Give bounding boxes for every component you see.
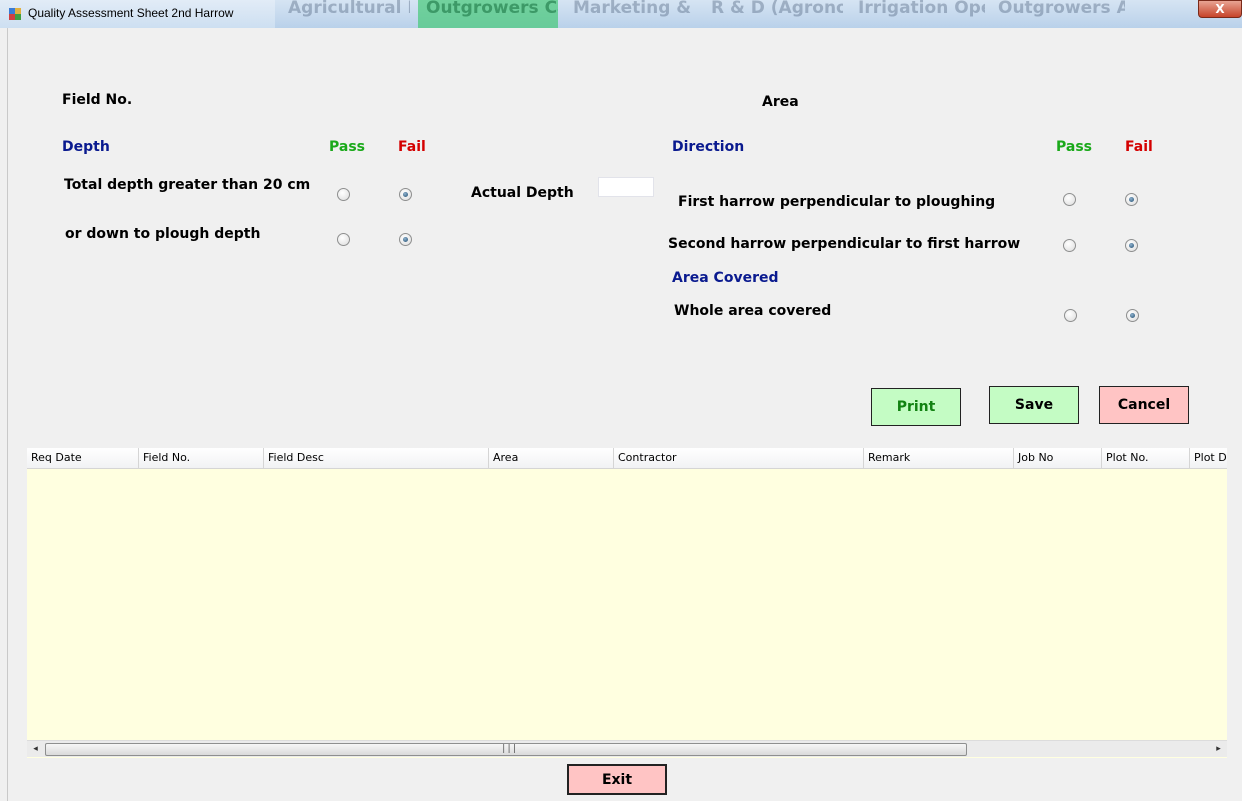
title-bar: Agricultural Engineering Agricultural En…: [0, 0, 1242, 28]
depth-heading: Depth: [62, 139, 110, 155]
cancel-button[interactable]: Cancel: [1099, 386, 1189, 424]
depth-row-label: or down to plough depth: [65, 226, 261, 242]
column-header[interactable]: Area: [489, 448, 614, 469]
depth-plough-fail-radio[interactable]: [399, 233, 412, 246]
actual-depth-label: Actual Depth: [471, 185, 574, 201]
depth-pass-header: Pass: [329, 139, 365, 155]
window-title: Quality Assessment Sheet 2nd Harrow: [28, 6, 234, 20]
records-grid[interactable]: Req Date Field No. Field Desc Area Contr…: [27, 448, 1227, 758]
depth-total-fail-radio[interactable]: [399, 188, 412, 201]
background-tab: Irrigation Operation: [858, 0, 985, 18]
scroll-grip-icon: |||: [501, 744, 518, 754]
app-icon: [9, 8, 21, 20]
column-header[interactable]: Contractor: [614, 448, 864, 469]
background-tab: Agricultural Engineering: [288, 0, 410, 18]
area-label: Area: [762, 94, 799, 110]
whole-area-fail-radio[interactable]: [1126, 309, 1139, 322]
column-header[interactable]: Plot D: [1190, 448, 1227, 469]
column-header[interactable]: Plot No.: [1102, 448, 1190, 469]
depth-plough-pass-radio[interactable]: [337, 233, 350, 246]
actual-depth-input[interactable]: [598, 177, 654, 197]
area-covered-heading: Area Covered: [672, 270, 779, 286]
second-harrow-fail-radio[interactable]: [1125, 239, 1138, 252]
window-title-area: Quality Assessment Sheet 2nd Harrow: [0, 0, 275, 28]
field-no-label: Field No.: [62, 92, 133, 108]
column-header[interactable]: Job No: [1014, 448, 1102, 469]
column-header[interactable]: Field Desc: [264, 448, 489, 469]
depth-fail-header: Fail: [398, 139, 426, 155]
direction-fail-header: Fail: [1125, 139, 1153, 155]
grid-body[interactable]: [27, 469, 1227, 740]
direction-heading: Direction: [672, 139, 745, 155]
horizontal-scrollbar[interactable]: ◂ ||| ▸: [27, 740, 1227, 757]
grid-header: Req Date Field No. Field Desc Area Contr…: [27, 448, 1227, 469]
scroll-thumb[interactable]: |||: [45, 743, 967, 756]
background-tab: Outgrowers Cane Dev: [418, 0, 558, 28]
area-covered-row-label: Whole area covered: [674, 303, 832, 319]
exit-button[interactable]: Exit: [567, 764, 667, 795]
second-harrow-pass-radio[interactable]: [1063, 239, 1076, 252]
column-header[interactable]: Field No.: [139, 448, 264, 469]
background-tab: Marketing & Transport: [573, 0, 695, 18]
direction-pass-header: Pass: [1056, 139, 1092, 155]
first-harrow-pass-radio[interactable]: [1063, 193, 1076, 206]
whole-area-pass-radio[interactable]: [1064, 309, 1077, 322]
save-button[interactable]: Save: [989, 386, 1079, 424]
close-button[interactable]: X: [1198, 0, 1242, 18]
background-tab: R & D (Agronomy): [711, 0, 843, 18]
first-harrow-fail-radio[interactable]: [1125, 193, 1138, 206]
depth-total-pass-radio[interactable]: [337, 188, 350, 201]
column-header[interactable]: Req Date: [27, 448, 139, 469]
direction-row-label: Second harrow perpendicular to first har…: [668, 236, 1021, 252]
scroll-right-arrow[interactable]: ▸: [1210, 741, 1227, 758]
column-header[interactable]: Remark: [864, 448, 1014, 469]
scroll-left-arrow[interactable]: ◂: [27, 741, 44, 758]
background-tab: Outgrowers Accounts: [998, 0, 1125, 18]
print-button[interactable]: Print: [871, 388, 961, 426]
depth-row-label: Total depth greater than 20 cm: [64, 177, 311, 193]
direction-row-label: First harrow perpendicular to ploughing: [678, 194, 996, 210]
